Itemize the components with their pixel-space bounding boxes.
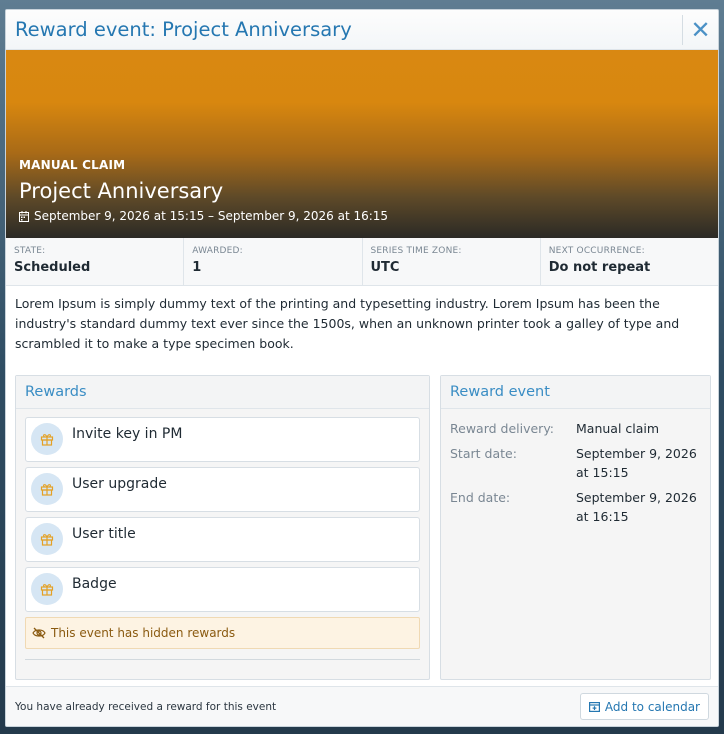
rewards-panel: Rewards Invite key in PM User upgrade Us… — [15, 375, 430, 680]
footer-status-text: You have already received a reward for t… — [15, 700, 277, 713]
hidden-rewards-text: This event has hidden rewards — [51, 626, 236, 640]
gift-icon — [31, 423, 63, 455]
event-key: Reward delivery: — [450, 421, 555, 436]
banner-dates: September 9, 2026 at 15:15 – September 9… — [19, 209, 388, 223]
stat-value: Scheduled — [14, 260, 91, 275]
dialog-footer: You have already received a reward for t… — [6, 686, 718, 726]
stat-value: 1 — [192, 260, 202, 275]
reward-label: User title — [72, 526, 136, 542]
reward-label: Badge — [72, 576, 117, 592]
close-button[interactable]: ✕ — [682, 14, 718, 45]
reward-event-details: Reward delivery: Manual claim Start date… — [441, 409, 710, 542]
reward-item-user-title[interactable]: User title — [25, 517, 420, 562]
reward-item-user-upgrade[interactable]: User upgrade — [25, 467, 420, 512]
reward-list: Invite key in PM User upgrade User title — [16, 409, 429, 649]
reward-item-invite-key[interactable]: Invite key in PM — [25, 417, 420, 462]
stats-bar: State: Scheduled Awarded: 1 Series time … — [6, 238, 718, 286]
stat-label: Next occurrence: — [548, 246, 645, 256]
reward-label: Invite key in PM — [72, 426, 183, 442]
close-icon: ✕ — [690, 15, 711, 44]
calendar-icon — [19, 210, 29, 222]
stat-next-occurrence: Next occurrence: Do not repeat — [541, 238, 718, 285]
add-to-calendar-button[interactable]: Add to calendar — [579, 693, 709, 720]
event-row-start: Start date: September 9, 2026 at 15:15 — [450, 444, 701, 482]
banner-title: Project Anniversary — [19, 179, 224, 203]
stat-value: Do not repeat — [548, 260, 651, 275]
stat-label: Series time zone: — [370, 246, 462, 256]
banner-tag: MANUAL CLAIM — [19, 158, 126, 172]
event-value: September 9, 2026 at 16:15 — [576, 490, 697, 524]
rewards-heading: Rewards — [16, 376, 429, 409]
event-row-delivery: Reward delivery: Manual claim — [450, 419, 701, 438]
event-value: Manual claim — [576, 421, 660, 436]
reward-event-panel: Reward event Reward delivery: Manual cla… — [440, 375, 711, 680]
event-banner: MANUAL CLAIM Project Anniversary Septemb… — [6, 50, 718, 238]
reward-item-badge[interactable]: Badge — [25, 567, 420, 612]
event-key: End date: — [450, 490, 511, 505]
stat-label: Awarded: — [192, 246, 243, 256]
reward-label: User upgrade — [72, 476, 167, 492]
gift-icon — [31, 573, 63, 605]
calendar-plus-icon — [588, 702, 600, 712]
reward-event-heading: Reward event — [441, 376, 710, 409]
reward-event-dialog: Reward event: Project Anniversary ✕ MANU… — [5, 9, 719, 727]
gift-icon — [31, 473, 63, 505]
eye-slash-icon — [32, 627, 46, 639]
event-row-end: End date: September 9, 2026 at 16:15 — [450, 488, 701, 526]
stat-awarded: Awarded: 1 — [184, 238, 363, 285]
stat-label: State: — [14, 246, 46, 256]
dialog-title-bar: Reward event: Project Anniversary ✕ — [6, 10, 718, 50]
banner-dates-text: September 9, 2026 at 15:15 – September 9… — [34, 209, 389, 223]
add-to-calendar-label: Add to calendar — [604, 699, 700, 714]
panel-divider — [25, 659, 420, 660]
event-value: September 9, 2026 at 15:15 — [576, 446, 697, 480]
stat-state: State: Scheduled — [6, 238, 185, 285]
hidden-rewards-notice: This event has hidden rewards — [25, 617, 420, 649]
gift-icon — [31, 523, 63, 555]
stat-time-zone: Series time zone: UTC — [363, 238, 541, 285]
event-key: Start date: — [450, 446, 517, 461]
dialog-title: Reward event: Project Anniversary — [15, 18, 352, 41]
stat-value: UTC — [370, 260, 400, 275]
detail-panels: Rewards Invite key in PM User upgrade Us… — [15, 375, 712, 681]
